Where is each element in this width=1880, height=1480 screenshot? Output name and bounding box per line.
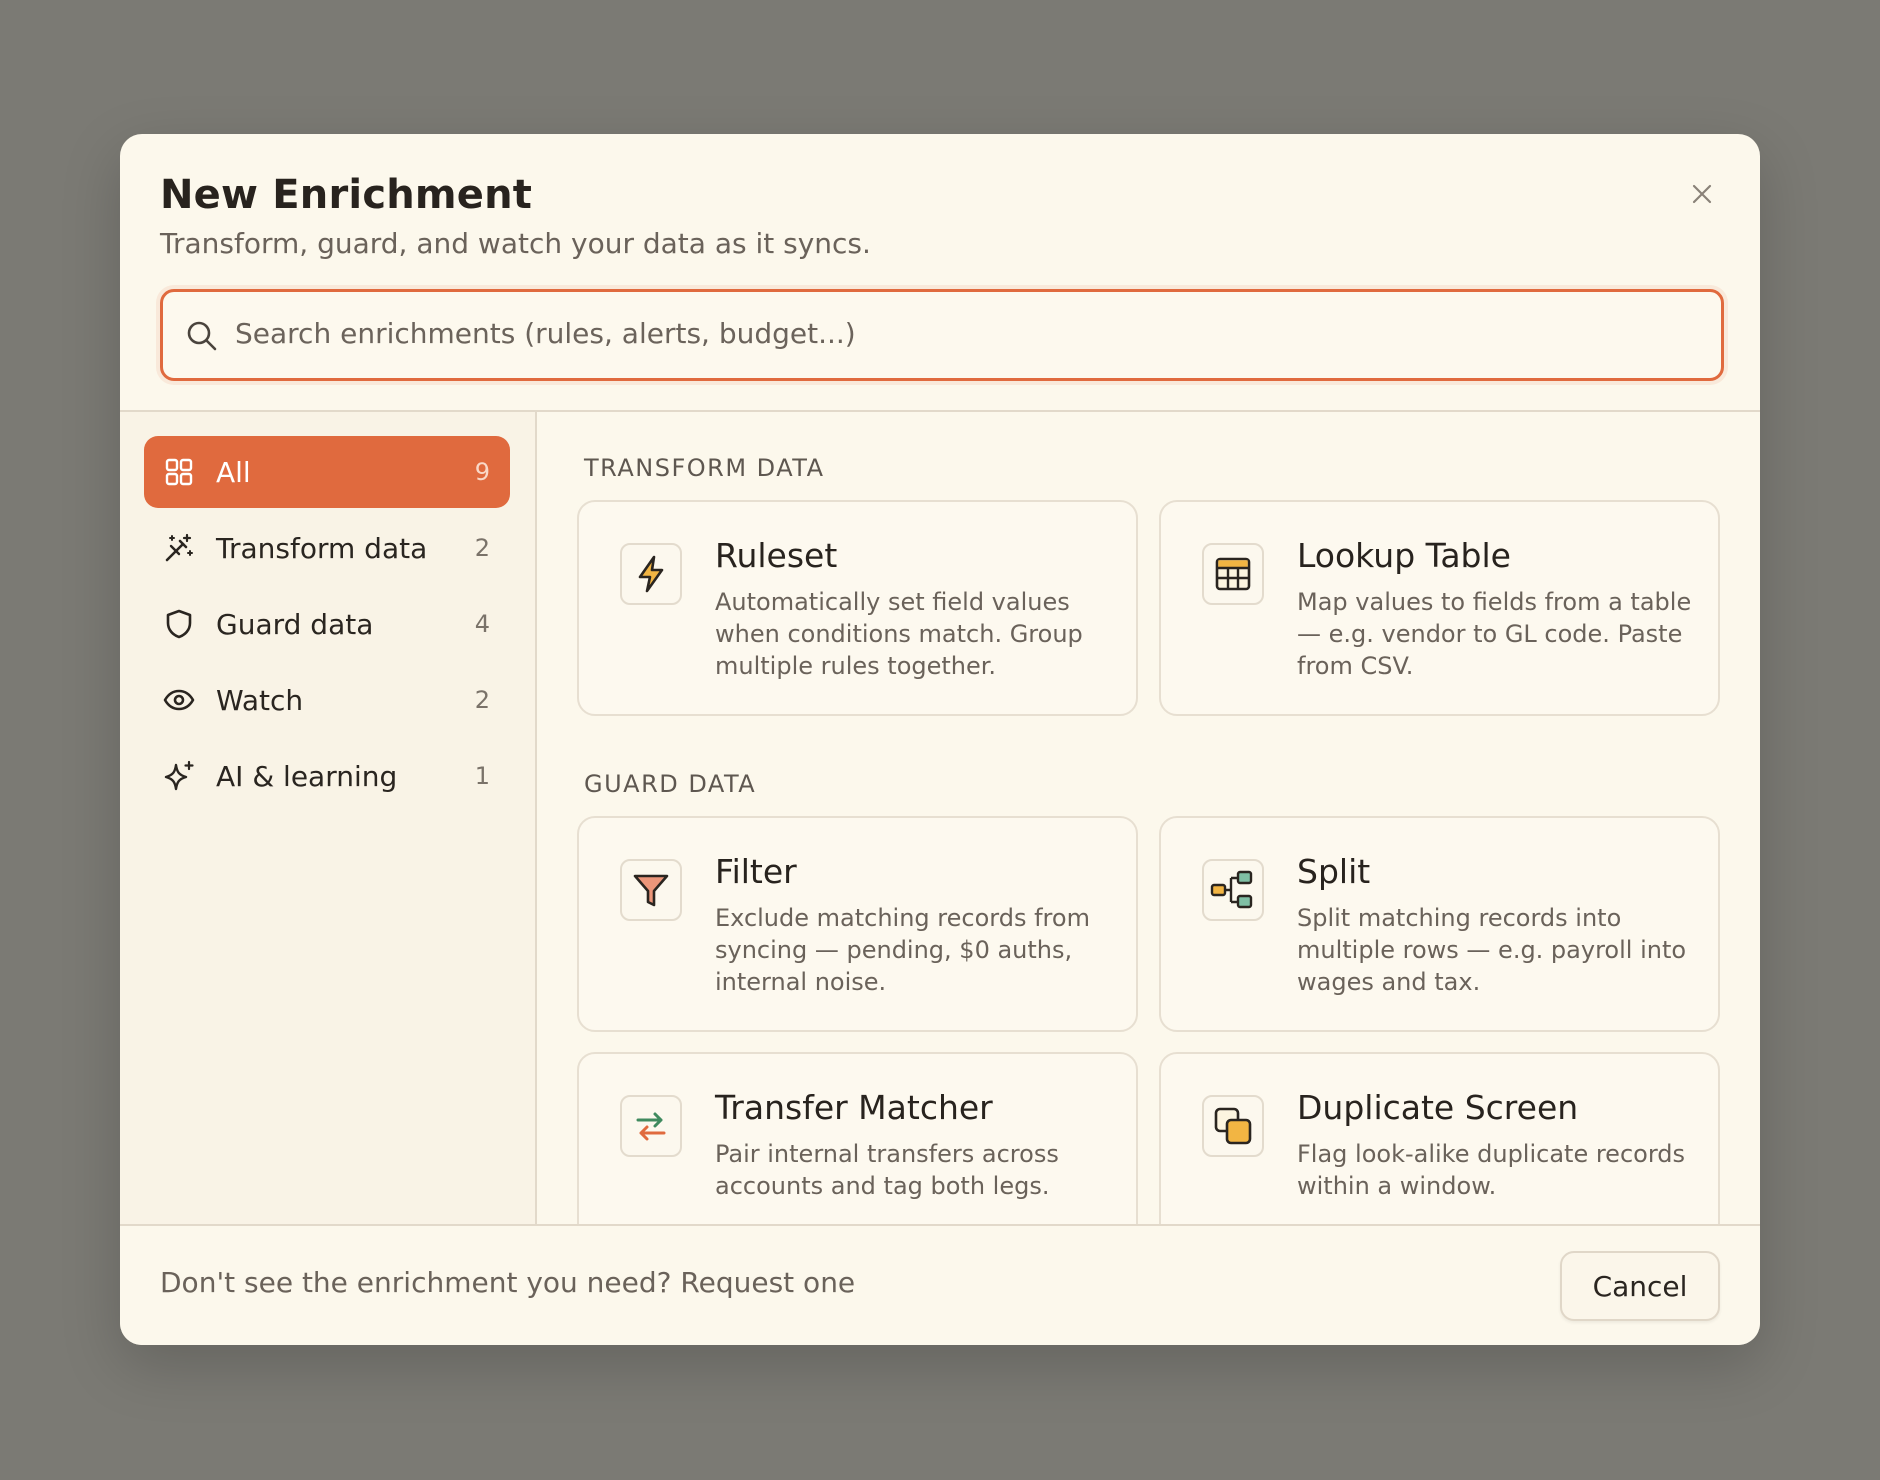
new-enrichment-dialog: New Enrichment Transform, guard, and wat… xyxy=(120,134,1760,1345)
sidebar-item-count: 4 xyxy=(474,610,490,638)
sidebar-item-count: 2 xyxy=(474,534,490,562)
funnel-icon xyxy=(620,859,682,921)
magic-wand-icon xyxy=(162,531,196,565)
card-ruleset[interactable]: Ruleset Automatically set field values w… xyxy=(577,500,1138,716)
card-title: Duplicate Screen xyxy=(1297,1088,1579,1127)
dialog-header: New Enrichment Transform, guard, and wat… xyxy=(120,134,1760,411)
duplicate-icon xyxy=(1202,1095,1264,1157)
sidebar-item-label: All xyxy=(216,455,251,489)
card-transfer-matcher[interactable]: Transfer Matcher Pair internal transfers… xyxy=(577,1052,1138,1224)
sidebar-item-watch[interactable]: Watch 2 xyxy=(144,664,510,736)
eye-icon xyxy=(162,683,196,717)
sidebar-item-label: Watch xyxy=(216,683,304,717)
transfer-arrows-icon xyxy=(620,1095,682,1157)
card-title: Split xyxy=(1297,852,1371,891)
card-description: Exclude matching records from syncing — … xyxy=(715,904,1090,996)
sidebar-item-count: 1 xyxy=(474,762,490,790)
dialog-footer: Don't see the enrichment you need? Reque… xyxy=(120,1224,1760,1345)
card-title: Ruleset xyxy=(715,536,838,575)
card-title: Filter xyxy=(715,852,797,891)
section-heading-guard: GUARD DATA xyxy=(584,770,757,798)
search-icon xyxy=(187,321,217,351)
cancel-button[interactable]: Cancel xyxy=(1560,1251,1720,1321)
sidebar-item-ai-learning[interactable]: AI & learning 1 xyxy=(144,740,510,812)
card-title: Transfer Matcher xyxy=(715,1088,993,1127)
section-heading-transform: TRANSFORM DATA xyxy=(584,454,825,482)
sidebar-item-all[interactable]: All 9 xyxy=(144,436,510,508)
card-filter[interactable]: Filter Exclude matching records from syn… xyxy=(577,816,1138,1032)
sidebar-item-label: AI & learning xyxy=(216,759,398,793)
category-sidebar: All 9 Transform data 2 Guard data 4 Watc… xyxy=(120,412,537,1224)
grid-icon xyxy=(162,455,196,489)
shield-icon xyxy=(162,607,196,641)
request-enrichment-link[interactable]: Don't see the enrichment you need? Reque… xyxy=(160,1266,855,1299)
card-duplicate-screen[interactable]: Duplicate Screen Flag look-alike duplica… xyxy=(1159,1052,1720,1224)
card-title: Lookup Table xyxy=(1297,536,1511,575)
sidebar-item-guard-data[interactable]: Guard data 4 xyxy=(144,588,510,660)
card-description: Map values to fields from a table — e.g.… xyxy=(1297,588,1692,680)
dialog-subtitle: Transform, guard, and watch your data as… xyxy=(160,227,871,260)
close-button[interactable] xyxy=(1684,176,1720,212)
sidebar-item-count: 9 xyxy=(474,458,490,486)
sidebar-item-transform-data[interactable]: Transform data 2 xyxy=(144,512,510,584)
sidebar-item-label: Guard data xyxy=(216,607,374,641)
sidebar-item-count: 2 xyxy=(474,686,490,714)
sparkle-icon xyxy=(162,759,196,793)
card-lookup-table[interactable]: Lookup Table Map values to fields from a… xyxy=(1159,500,1720,716)
dialog-title: New Enrichment xyxy=(160,172,533,218)
table-icon xyxy=(1202,543,1264,605)
search-box xyxy=(160,289,1724,381)
lightning-icon xyxy=(620,543,682,605)
sidebar-item-label: Transform data xyxy=(216,531,428,565)
card-description: Automatically set field values when cond… xyxy=(715,588,1083,680)
card-split[interactable]: Split Split matching records into multip… xyxy=(1159,816,1720,1032)
enrichment-list: TRANSFORM DATA Ruleset Automatically set… xyxy=(537,412,1760,1224)
card-description: Split matching records into multiple row… xyxy=(1297,904,1687,996)
card-description: Pair internal transfers across accounts … xyxy=(715,1140,1059,1200)
split-icon xyxy=(1202,859,1264,921)
search-input[interactable] xyxy=(233,292,1697,374)
close-icon xyxy=(1692,184,1712,204)
card-description: Flag look-alike duplicate records within… xyxy=(1297,1140,1686,1200)
